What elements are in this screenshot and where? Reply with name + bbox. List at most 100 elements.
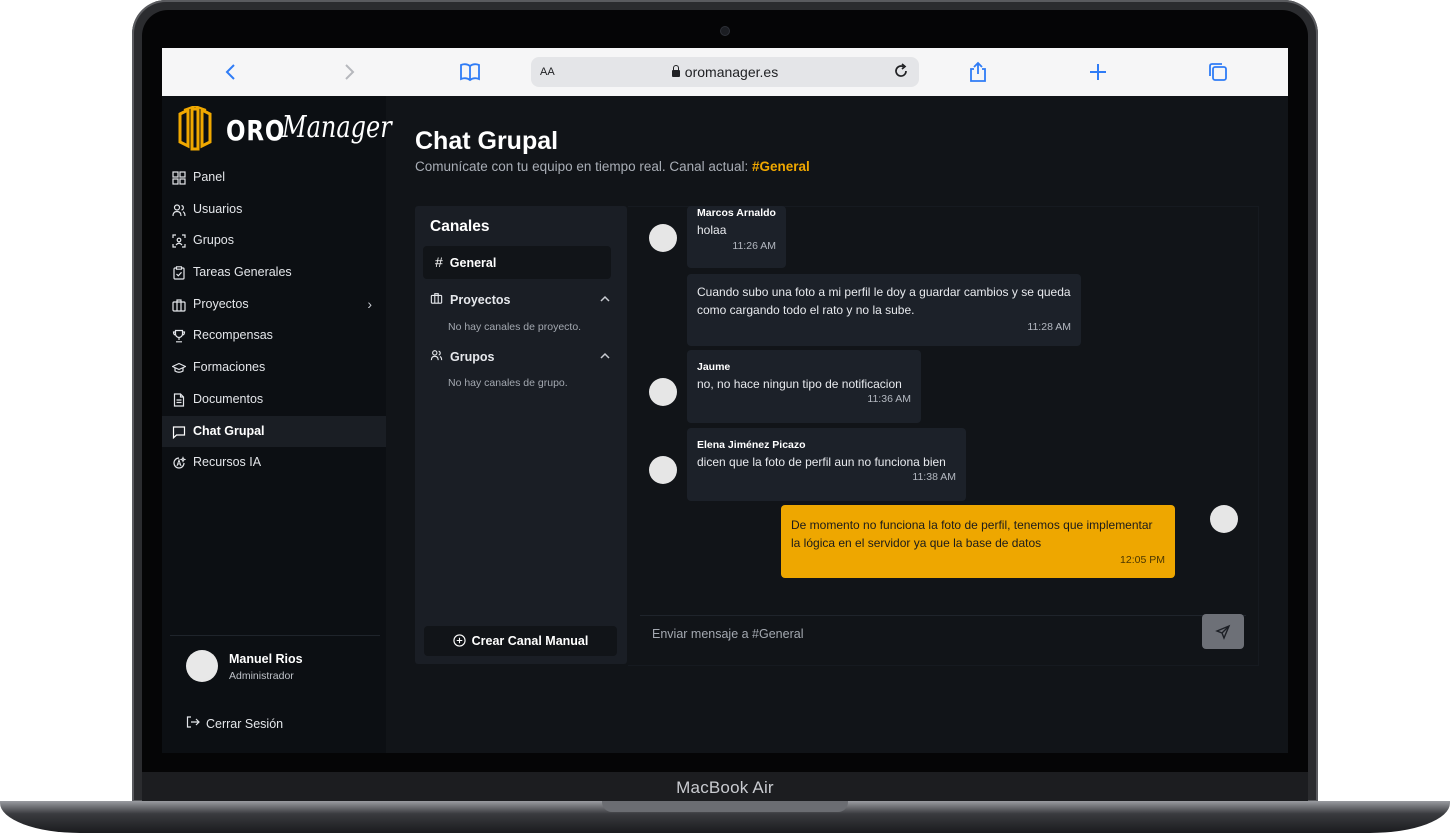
message-text: De momento no funciona la foto de perfil… — [791, 518, 1153, 550]
message-time: 11:36 AM — [867, 393, 911, 405]
sidebar-item-chat-grupal[interactable]: Chat Grupal — [162, 415, 386, 448]
message-text: no, no hace ningun tipo de notificacion — [697, 377, 902, 391]
message-bubble: Marcos Arnaldo holaa 11:26 AM — [687, 206, 786, 268]
group-scan-icon — [172, 234, 186, 248]
trophy-icon — [172, 330, 186, 343]
sidebar-item-label: Panel — [193, 170, 225, 184]
message-time: 11:28 AM — [1027, 321, 1071, 333]
sidebar-item-label: Recompensas — [193, 328, 273, 343]
message-bubble: Cuando subo una foto a mi perfil le doy … — [687, 274, 1081, 346]
message-bubble-own: De momento no funciona la foto de perfil… — [781, 505, 1175, 578]
composer — [640, 615, 1246, 654]
clipboard-check-icon — [173, 266, 185, 280]
logo[interactable]: ORO Manager — [174, 104, 392, 154]
message-text: Cuando subo una foto a mi perfil le doy … — [697, 285, 1071, 317]
users-icon — [430, 349, 444, 364]
logout-button[interactable]: Cerrar Sesión — [186, 716, 283, 731]
create-channel-button[interactable]: Crear Canal Manual — [424, 626, 617, 656]
address-bar[interactable]: AA oromanager.es — [531, 57, 919, 87]
document-icon — [173, 393, 185, 407]
sidebar-item-label: Proyectos — [193, 296, 249, 311]
sidebar-item-panel[interactable]: Panel — [162, 162, 386, 194]
divider — [170, 635, 380, 636]
new-tab-icon[interactable] — [1086, 60, 1110, 84]
message-author: Marcos Arnaldo — [697, 207, 776, 219]
sidebar-item-usuarios[interactable]: Usuarios — [162, 194, 386, 226]
laptop-notch — [602, 801, 848, 812]
chevron-up-icon[interactable] — [600, 349, 610, 363]
sidebar-item-grupos[interactable]: Grupos — [162, 225, 386, 257]
screen: AA oromanager.es ORO Manager Panel Usuar… — [162, 48, 1288, 753]
channels-title: Canales — [430, 218, 490, 235]
oro-emblem-icon — [178, 106, 212, 151]
browser-toolbar: AA oromanager.es — [162, 48, 1288, 97]
plus-circle-icon — [453, 634, 466, 647]
sidebar-nav: Panel Usuarios Grupos Tareas Generales P… — [162, 162, 386, 479]
chevron-up-icon[interactable] — [600, 292, 610, 306]
logo-oro: ORO — [226, 114, 286, 147]
groups-section-toggle[interactable]: Grupos — [430, 349, 610, 364]
sidebar-item-recompensas[interactable]: Recompensas — [162, 320, 386, 352]
graduation-cap-icon — [172, 362, 186, 373]
send-button[interactable] — [1202, 614, 1244, 649]
sidebar-item-documentos[interactable]: Documentos — [162, 384, 386, 416]
current-channel: #General — [751, 159, 810, 174]
message-time: 11:26 AM — [732, 240, 776, 252]
sidebar-item-tareas-generales[interactable]: Tareas Generales — [162, 257, 386, 289]
message-author: Jaume — [697, 361, 731, 373]
message-input[interactable] — [640, 616, 1200, 652]
user-role: Administrador — [229, 670, 294, 682]
message-bubble: Elena Jiménez Picazo dicen que la foto d… — [687, 428, 966, 501]
sidebar-item-label: Usuarios — [193, 201, 243, 216]
create-channel-label: Crear Canal Manual — [471, 634, 589, 648]
sidebar: ORO Manager Panel Usuarios Grupos Tareas… — [162, 96, 392, 753]
forward-icon[interactable] — [337, 60, 361, 84]
sidebar-item-label: Formaciones — [193, 360, 266, 375]
briefcase-icon — [430, 292, 444, 307]
sidebar-item-label: Grupos — [193, 233, 234, 248]
avatar[interactable] — [1210, 505, 1238, 533]
logo-manager: Manager — [282, 110, 392, 145]
sidebar-item-formaciones[interactable]: Formaciones — [162, 352, 386, 384]
message-author: Elena Jiménez Picazo — [697, 439, 806, 451]
hash-icon: # — [435, 254, 443, 270]
tabs-icon[interactable] — [1206, 60, 1230, 84]
sidebar-item-label: Recursos IA — [193, 455, 262, 470]
url-text: oromanager.es — [684, 64, 779, 80]
lock-icon — [671, 65, 680, 77]
message-text: dicen que la foto de perfil aun no funci… — [697, 455, 946, 469]
page-subtitle-text: Comunícate con tu equipo en tiempo real.… — [415, 159, 752, 174]
page-subtitle: Comunícate con tu equipo en tiempo real.… — [415, 159, 810, 174]
chevron-right-icon[interactable]: › — [367, 289, 372, 320]
sidebar-item-proyectos[interactable]: Proyectos › — [162, 289, 386, 321]
back-icon[interactable] — [219, 60, 243, 84]
sidebar-item-recursos-ia[interactable]: Recursos IA — [162, 447, 386, 479]
avatar[interactable] — [649, 456, 677, 484]
bookmarks-icon[interactable] — [458, 60, 482, 84]
ai-icon — [173, 456, 186, 469]
channels-panel: Canales # General Proyectos No hay canale… — [415, 206, 627, 664]
sidebar-item-label: Documentos — [193, 391, 264, 406]
projects-label: Proyectos — [450, 293, 511, 307]
channel-general-label: General — [449, 256, 497, 270]
avatar[interactable] — [186, 650, 218, 682]
message-time: 12:05 PM — [1120, 554, 1165, 566]
avatar[interactable] — [649, 378, 677, 406]
message-time: 11:38 AM — [912, 471, 956, 483]
projects-empty-text: No hay canales de proyecto. — [448, 321, 582, 333]
reload-icon[interactable] — [891, 61, 911, 86]
message-bubble: Jaume no, no hace ningun tipo de notific… — [687, 350, 921, 423]
share-icon[interactable] — [966, 60, 990, 84]
logout-icon — [186, 716, 200, 731]
channel-general[interactable]: # General — [423, 246, 611, 279]
message-text: holaa — [697, 223, 727, 237]
page-title: Chat Grupal — [415, 127, 559, 155]
groups-empty-text: No hay canales de grupo. — [448, 377, 568, 389]
avatar[interactable] — [649, 224, 677, 252]
camera-icon — [721, 27, 729, 35]
device-brand-label: MacBook Air — [676, 778, 774, 797]
logout-label: Cerrar Sesión — [206, 717, 284, 731]
projects-section-toggle[interactable]: Proyectos — [430, 292, 610, 307]
app: ORO Manager Panel Usuarios Grupos Tareas… — [162, 96, 1288, 753]
send-icon — [1215, 624, 1231, 640]
